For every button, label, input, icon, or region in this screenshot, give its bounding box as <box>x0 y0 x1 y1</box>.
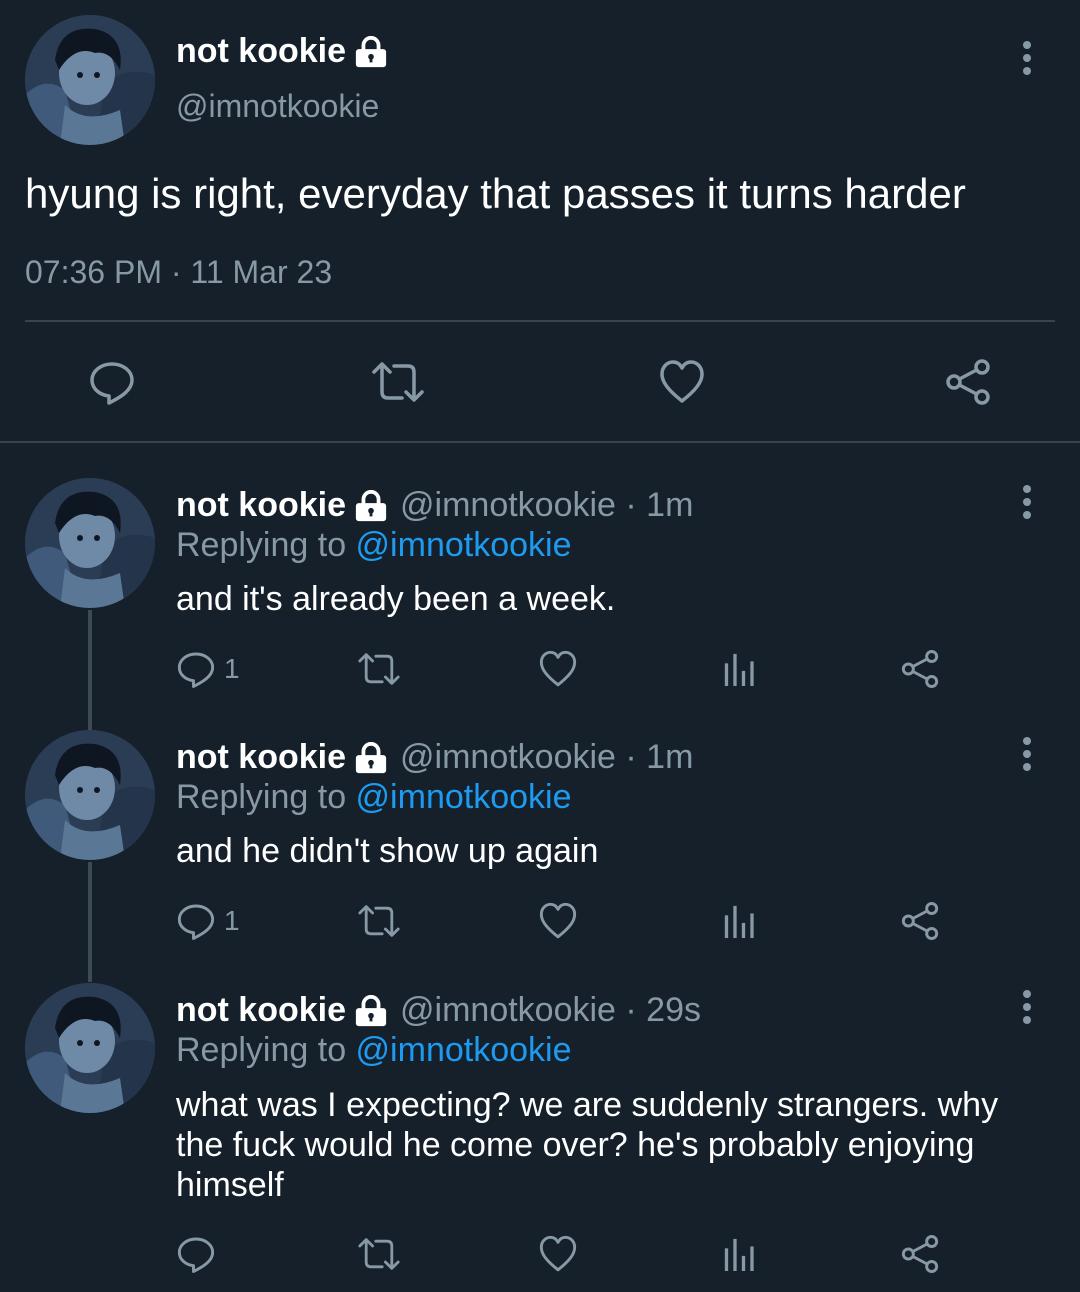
stats-icon <box>722 650 756 688</box>
reply-button[interactable]: 1 <box>176 644 240 694</box>
author-handle-time[interactable]: @imnotkookie · 1m <box>400 486 693 525</box>
avatar[interactable] <box>25 15 155 145</box>
author-name[interactable]: not kookie <box>176 486 346 525</box>
retweet-icon <box>355 1234 403 1274</box>
reply-button[interactable]: 1 <box>176 896 240 946</box>
reply-header: not kookie @imnotkookie · 1m <box>176 486 693 525</box>
retweet-icon <box>355 649 403 689</box>
more-icon[interactable] <box>1012 734 1042 774</box>
like-button[interactable] <box>538 644 578 694</box>
like-icon <box>538 649 578 689</box>
share-icon <box>900 1234 940 1274</box>
reply-button[interactable] <box>176 1229 224 1279</box>
reply-count: 1 <box>224 653 240 684</box>
share-button[interactable] <box>900 1229 940 1279</box>
like-button[interactable] <box>538 896 578 946</box>
views-button[interactable] <box>722 1229 756 1279</box>
replying-to: Replying to @imnotkookie <box>176 1031 571 1070</box>
like-icon <box>658 358 706 406</box>
lock-icon <box>354 490 388 522</box>
like-icon <box>538 1234 578 1274</box>
share-icon <box>900 649 940 689</box>
author-handle-time[interactable]: @imnotkookie · 29s <box>400 991 701 1030</box>
reply-icon <box>176 1234 216 1274</box>
more-icon[interactable] <box>1012 482 1042 522</box>
avatar[interactable] <box>25 478 155 608</box>
main-tweet: not kookie @imnotkookie hyung is right, … <box>0 0 1080 443</box>
share-button[interactable] <box>900 896 940 946</box>
reply-icon <box>176 649 216 689</box>
author-name[interactable]: not kookie <box>176 738 346 777</box>
reply-header: not kookie @imnotkookie · 1m <box>176 738 693 777</box>
views-button[interactable] <box>722 896 756 946</box>
replying-prefix: Replying to <box>176 1031 356 1069</box>
reply-icon <box>176 901 216 941</box>
tweet-timestamp: 07:36 PM · 11 Mar 23 <box>25 254 333 290</box>
replying-handle-link[interactable]: @imnotkookie <box>356 778 572 816</box>
share-icon <box>944 358 992 406</box>
retweet-button[interactable] <box>355 644 403 694</box>
tweet-text: what was I expecting? we are suddenly st… <box>176 1086 999 1204</box>
tweet-actions: 1 <box>0 644 1080 694</box>
retweet-icon <box>355 901 403 941</box>
avatar[interactable] <box>25 983 155 1113</box>
replying-handle-link[interactable]: @imnotkookie <box>356 526 572 564</box>
replying-handle-link[interactable]: @imnotkookie <box>356 1031 572 1069</box>
like-button[interactable] <box>538 1229 578 1279</box>
reply-header: not kookie @imnotkookie · 29s <box>176 991 701 1030</box>
avatar[interactable] <box>25 730 155 860</box>
like-icon <box>538 901 578 941</box>
reply-tweet[interactable]: not kookie @imnotkookie · 29s Replying t… <box>0 983 1080 1288</box>
author-handle-time[interactable]: @imnotkookie · 1m <box>400 738 693 777</box>
more-icon[interactable] <box>1012 987 1042 1027</box>
views-button[interactable] <box>722 644 756 694</box>
more-icon[interactable] <box>1012 38 1042 78</box>
retweet-icon <box>368 358 428 406</box>
stats-icon <box>722 902 756 940</box>
like-button[interactable] <box>650 350 714 414</box>
author-name[interactable]: not kookie <box>176 32 346 71</box>
author-name[interactable]: not kookie <box>176 991 346 1030</box>
retweet-button[interactable] <box>366 350 430 414</box>
reply-count: 1 <box>224 905 240 936</box>
tweet-text: and he didn't show up again <box>176 832 599 870</box>
reply-icon <box>88 358 136 406</box>
replying-to: Replying to @imnotkookie <box>176 526 571 565</box>
section-divider <box>0 441 1080 443</box>
tweet-actions: 1 <box>0 896 1080 946</box>
author-name-row[interactable]: not kookie <box>176 32 388 71</box>
retweet-button[interactable] <box>355 896 403 946</box>
share-button[interactable] <box>900 644 940 694</box>
lock-icon <box>354 36 388 68</box>
lock-icon <box>354 995 388 1027</box>
tweet-actions <box>0 350 1080 414</box>
share-button[interactable] <box>936 350 1000 414</box>
tweet-text: hyung is right, everyday that passes it … <box>25 170 966 217</box>
stats-icon <box>722 1235 756 1273</box>
lock-icon <box>354 742 388 774</box>
replying-prefix: Replying to <box>176 526 356 564</box>
replying-to: Replying to @imnotkookie <box>176 778 571 817</box>
reply-button[interactable] <box>80 350 144 414</box>
retweet-button[interactable] <box>355 1229 403 1279</box>
reply-tweet[interactable]: not kookie @imnotkookie · 1m Replying to… <box>0 730 1080 982</box>
author-handle[interactable]: @imnotkookie <box>176 88 379 125</box>
replying-prefix: Replying to <box>176 778 356 816</box>
tweet-actions <box>0 1229 1080 1279</box>
tweet-text: and it's already been a week. <box>176 580 616 618</box>
share-icon <box>900 901 940 941</box>
reply-tweet[interactable]: not kookie @imnotkookie · 1m Replying to… <box>0 478 1080 730</box>
divider <box>25 320 1055 322</box>
